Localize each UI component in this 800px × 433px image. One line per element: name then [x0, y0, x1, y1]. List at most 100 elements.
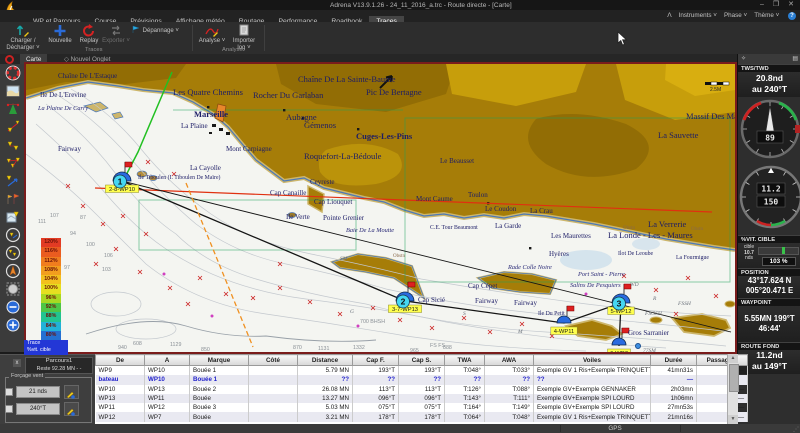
route-cell: Bouée 3 [190, 403, 249, 412]
position-header[interactable]: POSITION [738, 268, 800, 276]
route-cell: ?? [485, 375, 534, 384]
waypoint-pair-icon[interactable] [3, 137, 23, 154]
map-place-label: Massif Des Maures [686, 111, 735, 121]
waypoint-line-icon[interactable] [3, 119, 23, 136]
map-place-label: 850 [201, 347, 210, 352]
route-cell: ?? [353, 375, 399, 384]
legend-band: 112% [41, 257, 61, 266]
route-cell: T:143° [445, 394, 485, 403]
route-cell: 3.21 MN [298, 412, 353, 421]
route-cell: ?? [298, 375, 353, 384]
gps-status: GPS [585, 425, 645, 432]
menu-thème[interactable]: Thème ˅ [754, 12, 779, 19]
route-cell: — [697, 412, 748, 421]
column-header-a[interactable]: A [145, 355, 190, 366]
wind-speed-edit-button[interactable] [64, 385, 79, 399]
circle-waypoints-icon[interactable] [3, 245, 23, 262]
wind-speed-field[interactable]: 21 nds [16, 386, 60, 398]
ribbon-collapse-icon[interactable]: ᐱ [667, 12, 671, 19]
wind-dir-edit-button[interactable] [64, 402, 79, 416]
zoom-area-icon[interactable] [3, 281, 23, 298]
route-table-row[interactable]: WP10WP13Bouée 226.08 MN113°T113°TT:126°T… [96, 385, 748, 394]
charger-decharger-button[interactable]: Charger / Décharger ˅ [4, 24, 42, 51]
chart-home-icon[interactable] [5, 55, 14, 64]
map-place-label: Cap Liouquet [314, 198, 352, 206]
depannage-button[interactable]: Dépannage ˅ [132, 25, 184, 35]
map-place-label: 100 [86, 242, 95, 248]
waypoint-arrow-icon[interactable] [3, 173, 23, 190]
wind-speed-checkbox[interactable] [5, 388, 13, 396]
column-header-cap-s-[interactable]: Cap S. [399, 355, 445, 366]
analyse-button[interactable]: Analyse ˅ [198, 24, 226, 45]
group-traces-label: Traces [85, 47, 103, 53]
column-header-c-t-[interactable]: Côté [249, 355, 298, 366]
scroll-up-icon[interactable]: ▲ [728, 354, 738, 363]
replay-button[interactable]: Replay [76, 24, 102, 45]
ribbon-separator [192, 25, 193, 51]
help-icon[interactable]: ? [788, 12, 796, 20]
column-header-awa[interactable]: AWA [485, 355, 534, 366]
zoom-in-icon[interactable] [3, 317, 23, 334]
boat-track-icon[interactable] [3, 101, 23, 118]
route-cell: T:126° [445, 385, 485, 394]
column-header-marque[interactable]: Marque [190, 355, 249, 366]
column-header-distance[interactable]: Distance [298, 355, 353, 366]
map-place-label: R [653, 296, 656, 302]
charger-label2: Décharger [6, 45, 34, 51]
circle-compass-icon[interactable] [3, 263, 23, 280]
scroll-down-icon[interactable]: ▼ [728, 415, 738, 424]
tws-value: 20.8nd [738, 73, 800, 84]
wind-dir-field[interactable]: 240°T [16, 403, 60, 415]
marks-flags-icon[interactable] [3, 191, 23, 208]
route-table-row[interactable]: WP11WP12Bouée 35.03 MN075°T075°TT:164°T:… [96, 403, 748, 412]
route-cell: Bouée [190, 412, 249, 421]
column-header-dur-e[interactable]: Durée [651, 355, 697, 366]
map-place-label: Cap Canaille [270, 189, 306, 197]
route-table-row[interactable]: WP12WP7Bouée3.21 MN178°T178°TT:064°T:048… [96, 412, 748, 421]
parcours-close-button[interactable]: x [13, 359, 21, 367]
instruments-menu-icon[interactable]: ▤ [792, 55, 798, 62]
route-fond-header[interactable]: ROUTE FOND [738, 342, 800, 350]
column-header-cap-f-[interactable]: Cap F. [353, 355, 399, 366]
route-table-row[interactable]: WP9WP10Bouée 15.79 MN193°T193°TT:048°T:0… [96, 366, 748, 376]
nautical-chart[interactable]: 2-8-WP1013-7-WP1325-WP1234-WP116-WP7 Cha… [26, 64, 735, 352]
map-place-label: La Garde [495, 222, 521, 230]
chart-icon[interactable] [3, 83, 23, 100]
map-place-label: Ile Tiboulen (I. Tiboulen De Maïre) [138, 175, 220, 181]
menu-phase[interactable]: Phase ˅ [724, 12, 747, 19]
route-table-row[interactable]: WP13WP11Bouée13.27 MN096°T096°TT:143°T:1… [96, 394, 748, 403]
route-table-row[interactable]: bateauWP10Bouée 1????????????— [96, 375, 748, 384]
zoom-out-icon[interactable] [3, 299, 23, 316]
waypoint-route-icon[interactable] [3, 155, 23, 172]
instruments-gear-icon[interactable]: ✧ [741, 56, 746, 62]
wind-dir-checkbox[interactable] [5, 405, 13, 413]
exporter-label: Exporter [102, 38, 125, 44]
route-cell: ?? [445, 375, 485, 384]
column-header-voiles[interactable]: Voiles [534, 355, 651, 366]
column-header-de[interactable]: De [96, 355, 145, 366]
waypoint-header[interactable]: WAYPOINT [738, 298, 800, 306]
mob-lifebuoy-icon[interactable] [3, 65, 23, 82]
minimize-button[interactable]: – [756, 1, 768, 9]
vit-cible-header[interactable]: %VIT. CIBLE [738, 235, 800, 243]
maximize-button[interactable]: ❐ [770, 1, 782, 9]
nouvelle-button[interactable]: Nouvelle [46, 24, 74, 45]
column-header-twa[interactable]: TWA [445, 355, 485, 366]
resize-grip[interactable]: ⋰ [793, 426, 799, 433]
route-cell: bateau [96, 375, 145, 384]
route-cell: 075°T [399, 403, 445, 412]
close-button[interactable]: ✕ [785, 1, 797, 9]
group-analyse-label: Analyse [222, 47, 243, 53]
legend-band: 100% [41, 284, 61, 293]
cible-units: nds [745, 255, 753, 261]
column-header-passage-[interactable]: Passage à [697, 355, 748, 366]
menu-instruments[interactable]: Instruments ˅ [679, 12, 717, 19]
table-scrollbar[interactable]: ▲ ▼ [727, 354, 738, 424]
route-cell: — [651, 375, 697, 384]
map-pin-icon[interactable] [3, 209, 23, 226]
tws-twd-header[interactable]: TWS/TWD [738, 64, 800, 72]
charger-label1: Charger / [10, 38, 35, 44]
circle-waypoint-icon[interactable] [3, 227, 23, 244]
scrollbar-thumb[interactable] [729, 364, 739, 392]
position-lat: 43°17.624 N [738, 276, 800, 286]
